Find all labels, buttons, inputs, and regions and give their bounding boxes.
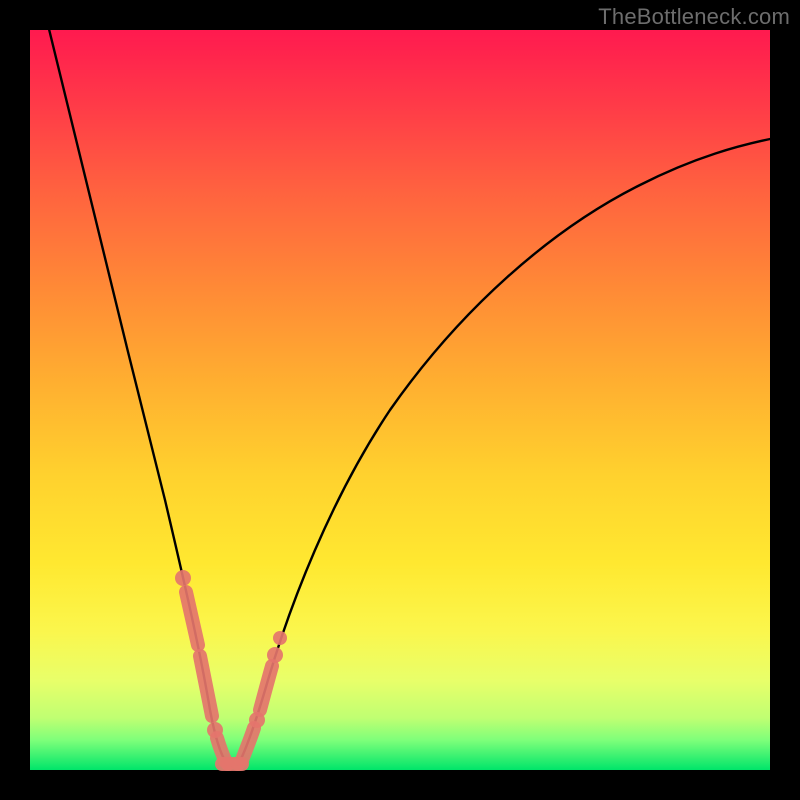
left-marker-upper — [186, 592, 198, 645]
right-curve — [238, 138, 775, 765]
gradient-plot-area — [30, 30, 770, 770]
right-marker-lower — [242, 728, 254, 760]
watermark-text: TheBottleneck.com — [598, 4, 790, 30]
right-marker-dot-2 — [273, 631, 287, 645]
left-marker-mid — [200, 656, 212, 716]
curves-layer — [30, 30, 770, 770]
left-marker-dot-1 — [175, 570, 191, 586]
valley-dot-2 — [231, 757, 245, 771]
right-marker-upper — [260, 666, 272, 710]
